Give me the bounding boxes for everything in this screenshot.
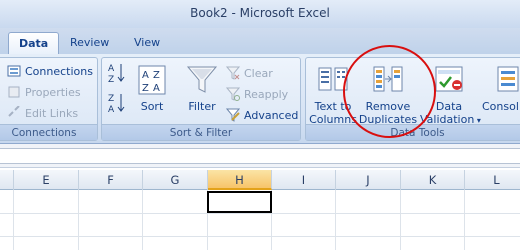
grid-row-line [0, 236, 520, 237]
edit-links-label: Edit Links [25, 106, 79, 120]
formula-bar [0, 144, 520, 168]
sort-label: Sort [140, 100, 164, 113]
grid-line [142, 190, 143, 250]
grid-line [464, 190, 465, 250]
connections-label: Connections [25, 64, 93, 78]
sort-descending-button[interactable]: ZA [108, 92, 126, 115]
column-header-f[interactable]: F [79, 170, 143, 190]
clear-label: Clear [244, 66, 273, 80]
svg-text:A: A [108, 105, 115, 114]
svg-text:Z: Z [108, 94, 114, 104]
advanced-button[interactable]: Advanced [225, 106, 299, 124]
group-label-connections: Connections [0, 124, 97, 140]
column-header-l[interactable]: L [465, 170, 520, 190]
reapply-icon [225, 87, 241, 101]
edit-links-icon [7, 105, 21, 120]
grid-row-line [0, 213, 520, 214]
formula-input[interactable] [0, 148, 520, 164]
svg-text:Z: Z [108, 75, 114, 84]
connections-button[interactable]: Connections [7, 62, 93, 80]
column-header-g[interactable]: G [143, 170, 208, 190]
reapply-label: Reapply [244, 87, 289, 101]
sort-button[interactable]: AZZA Sort [132, 60, 172, 113]
filter-label: Filter [188, 100, 216, 113]
ribbon-tab-row: Data Review View [0, 28, 520, 54]
advanced-filter-icon [225, 108, 241, 122]
advanced-label: Advanced [244, 108, 299, 122]
filter-funnel-icon [186, 64, 218, 96]
consolidate-label: Consol [482, 100, 519, 113]
ribbon: Connections Properties Edit Links Connec… [0, 54, 520, 144]
column-header-partial[interactable] [0, 170, 14, 190]
tab-view[interactable]: View [124, 32, 170, 54]
svg-text:Z: Z [153, 70, 160, 81]
sort-icon: AZZA [136, 64, 168, 96]
reapply-button[interactable]: Reapply [225, 85, 289, 103]
filter-button[interactable]: Filter [182, 60, 222, 113]
svg-text:Z: Z [142, 83, 149, 94]
sort-ascending-button[interactable]: AZ [108, 62, 126, 85]
column-header-h[interactable]: H [208, 170, 272, 190]
clear-button[interactable]: Clear [225, 64, 273, 82]
clear-filter-icon [225, 66, 241, 80]
active-cell[interactable] [207, 191, 272, 213]
group-sort-filter: AZ ZA AZZA Sort Filter Clear Reapply Adv… [101, 57, 301, 141]
column-header-k[interactable]: K [401, 170, 465, 190]
connections-icon [7, 64, 21, 78]
column-headers: E F G H I J K L [0, 170, 520, 190]
grid-line [400, 190, 401, 250]
grid-line [335, 190, 336, 250]
data-validation-icon [433, 64, 465, 96]
group-connections: Connections Properties Edit Links Connec… [0, 57, 98, 141]
column-header-e[interactable]: E [14, 170, 79, 190]
consolidate-button[interactable]: Consol [482, 60, 520, 113]
consolidate-icon [494, 64, 520, 96]
properties-label: Properties [25, 85, 81, 99]
title-bar: Book2 - Microsoft Excel [0, 0, 520, 28]
tab-review[interactable]: Review [60, 32, 119, 54]
properties-button[interactable]: Properties [7, 83, 81, 101]
window-title: Book2 - Microsoft Excel [190, 6, 330, 20]
svg-text:A: A [153, 83, 160, 94]
column-header-i[interactable]: I [272, 170, 336, 190]
grid-line [78, 190, 79, 250]
svg-text:A: A [142, 70, 149, 81]
properties-icon [7, 85, 21, 99]
annotation-circle [343, 45, 436, 138]
column-header-j[interactable]: J [336, 170, 401, 190]
edit-links-button[interactable]: Edit Links [7, 104, 78, 122]
group-label-sort-filter: Sort & Filter [102, 124, 300, 140]
grid-line [13, 190, 14, 250]
svg-text:A: A [108, 64, 115, 74]
sort-a-to-z-icon: AZ [108, 62, 126, 85]
tab-data[interactable]: Data [8, 32, 60, 54]
sort-z-to-a-icon: ZA [108, 92, 126, 115]
